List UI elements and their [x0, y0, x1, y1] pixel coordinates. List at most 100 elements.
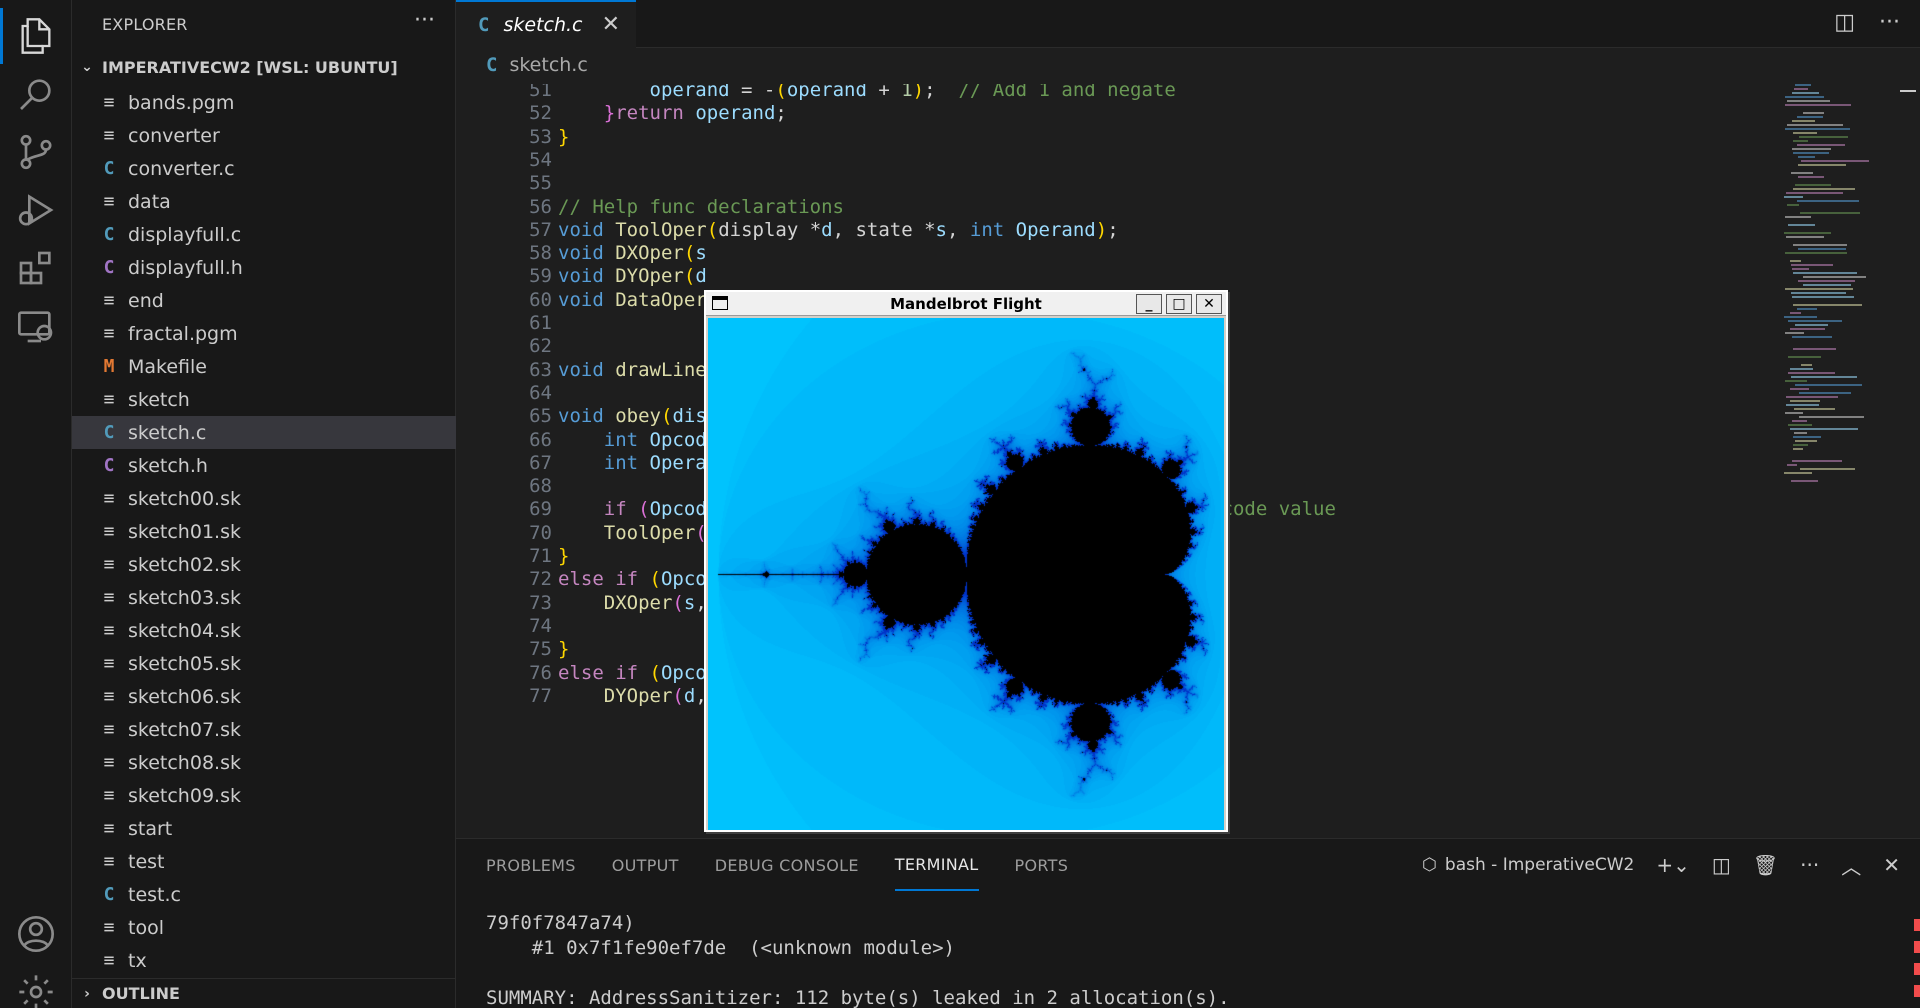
minimap-line [1785, 252, 1847, 254]
code-token: ( [706, 218, 719, 241]
workspace-root-folder[interactable]: ⌄ IMPERATIVECW2 [WSL: UBUNTU] [72, 52, 456, 82]
file-item[interactable]: ≡ bands.pgm [72, 86, 456, 119]
file-item[interactable]: ≡ sketch02.sk [72, 548, 456, 581]
code-token: ( [660, 405, 673, 428]
file-item[interactable]: Csketch.h [72, 449, 456, 482]
minimap-line [1792, 296, 1854, 298]
file-name: converter [128, 124, 220, 147]
mandelbrot-canvas[interactable] [708, 318, 1224, 830]
panel-tab[interactable]: PORTS [1015, 839, 1069, 891]
minimap-line [1791, 172, 1813, 174]
kill-terminal-icon[interactable]: 🗑 [1753, 853, 1778, 877]
minimap-line [1798, 280, 1855, 282]
terminal-icon: ⬡ [1422, 855, 1437, 875]
file-name: displayfull.h [128, 256, 243, 279]
window-buttons: _ □ ✕ [1136, 294, 1222, 314]
file-item[interactable]: ≡ sketch08.sk [72, 746, 456, 779]
outline-section[interactable]: › OUTLINE [72, 978, 456, 1008]
file-item[interactable]: ≡ converter [72, 119, 456, 152]
terminal-output[interactable]: 79f0f7847a74) #1 0x7f1fe90ef7de (<unknow… [486, 911, 1230, 1008]
new-terminal-icon[interactable]: +⌄ [1656, 853, 1690, 877]
line-source: void DXOper(s [558, 242, 707, 264]
file-item[interactable]: ≡ test [72, 845, 456, 878]
minimap-line [1784, 232, 1831, 234]
minimap-line [1788, 356, 1821, 358]
tab-sketch-c[interactable]: C sketch.c ✕ [456, 0, 636, 48]
line-source: ToolOper( [558, 522, 707, 544]
more-actions-icon[interactable]: ··· [1879, 10, 1900, 35]
file-item[interactable]: ≡ sketch04.sk [72, 614, 456, 647]
file-item[interactable]: ≡ tool [72, 911, 456, 944]
file-item[interactable]: ≡ sketch03.sk [72, 581, 456, 614]
more-actions-icon[interactable]: ··· [1800, 853, 1819, 877]
file-name: tx [128, 949, 147, 972]
close-button[interactable]: ✕ [1196, 294, 1222, 314]
close-panel-icon[interactable]: ✕ [1883, 853, 1900, 877]
minimap-line [1793, 272, 1857, 274]
close-tab-icon[interactable]: ✕ [602, 12, 620, 37]
file-item[interactable]: Cconverter.c [72, 152, 456, 185]
file-item[interactable]: M Makefile [72, 350, 456, 383]
remote-explorer-icon[interactable] [0, 290, 72, 362]
panel-tab[interactable]: OUTPUT [612, 839, 679, 891]
file-item[interactable]: ≡ sketch [72, 383, 456, 416]
panel-tab[interactable]: DEBUG CONSOLE [715, 839, 859, 891]
maximize-panel-icon[interactable]: ︿ [1841, 851, 1861, 880]
split-terminal-icon[interactable]: ◫ [1712, 853, 1731, 877]
file-item[interactable]: ≡ data [72, 185, 456, 218]
file-item[interactable]: ≡ start [72, 812, 456, 845]
text-file-icon: ≡ [103, 290, 115, 311]
file-item[interactable]: Csketch.c [72, 416, 456, 449]
file-item[interactable]: ≡ sketch05.sk [72, 647, 456, 680]
minimap-line [1798, 164, 1846, 166]
minimap-line [1787, 124, 1843, 126]
scrollbar-markers [1914, 919, 1920, 1008]
line-source: void obey(dis [558, 405, 707, 427]
terminal-name: bash - ImperativeCW2 [1444, 855, 1635, 875]
split-editor-icon[interactable]: ◫ [1834, 10, 1855, 35]
minimap-line [1797, 308, 1817, 310]
file-item[interactable]: ≡ sketch06.sk [72, 680, 456, 713]
file-item[interactable]: Cdisplayfull.c [72, 218, 456, 251]
minimize-button[interactable]: _ [1136, 294, 1162, 314]
file-item[interactable]: ≡ sketch00.sk [72, 482, 456, 515]
line-source: DXOper(s, [558, 592, 707, 614]
panel-tab[interactable]: PROBLEMS [486, 839, 576, 891]
line-number: 74 [529, 614, 552, 637]
window-menu-icon[interactable] [712, 296, 728, 310]
panel-actions: ⬡ bash - ImperativeCW2 +⌄ ◫ 🗑 ··· ︿ ✕ [1422, 849, 1900, 881]
file-item[interactable]: ≡ sketch01.sk [72, 515, 456, 548]
file-item[interactable]: ≡ sketch07.sk [72, 713, 456, 746]
file-item[interactable]: ≡ tx [72, 944, 456, 977]
mandelbrot-window[interactable]: Mandelbrot Flight _ □ ✕ [704, 290, 1228, 832]
breadcrumb-file[interactable]: sketch.c [509, 54, 587, 76]
more-actions-icon[interactable]: ··· [414, 8, 435, 33]
panel-tab[interactable]: TERMINAL [894, 839, 979, 891]
file-name: sketch.c [128, 421, 207, 444]
file-item[interactable]: Ctest.c [72, 878, 456, 911]
minimap-line [1793, 140, 1808, 142]
line-source: int Opcod [558, 429, 707, 451]
terminal-selector[interactable]: ⬡ bash - ImperativeCW2 [1422, 855, 1634, 875]
file-item[interactable]: ≡ sketch09.sk [72, 779, 456, 812]
minimap[interactable] [1776, 84, 1896, 838]
minimap-line [1801, 160, 1869, 162]
maximize-button[interactable]: □ [1166, 294, 1192, 314]
code-token: d [695, 265, 707, 288]
line-source: else if (Opco [558, 568, 707, 590]
file-item[interactable]: ≡ end [72, 284, 456, 317]
minimap-line [1785, 104, 1851, 106]
line-source: else if (Opco [558, 662, 707, 684]
minimap-line [1795, 84, 1811, 86]
line-number: 77 [529, 684, 552, 707]
minimap-line [1784, 316, 1817, 318]
file-item[interactable]: ≡ fractal.pgm [72, 317, 456, 350]
file-item[interactable]: Cdisplayfull.h [72, 251, 456, 284]
code-token: ; [775, 102, 787, 125]
window-titlebar[interactable]: Mandelbrot Flight _ □ ✕ [706, 292, 1226, 316]
settings-gear-icon[interactable] [0, 956, 72, 1008]
minimap-line [1793, 244, 1847, 246]
vertical-scrollbar[interactable] [1896, 84, 1920, 838]
